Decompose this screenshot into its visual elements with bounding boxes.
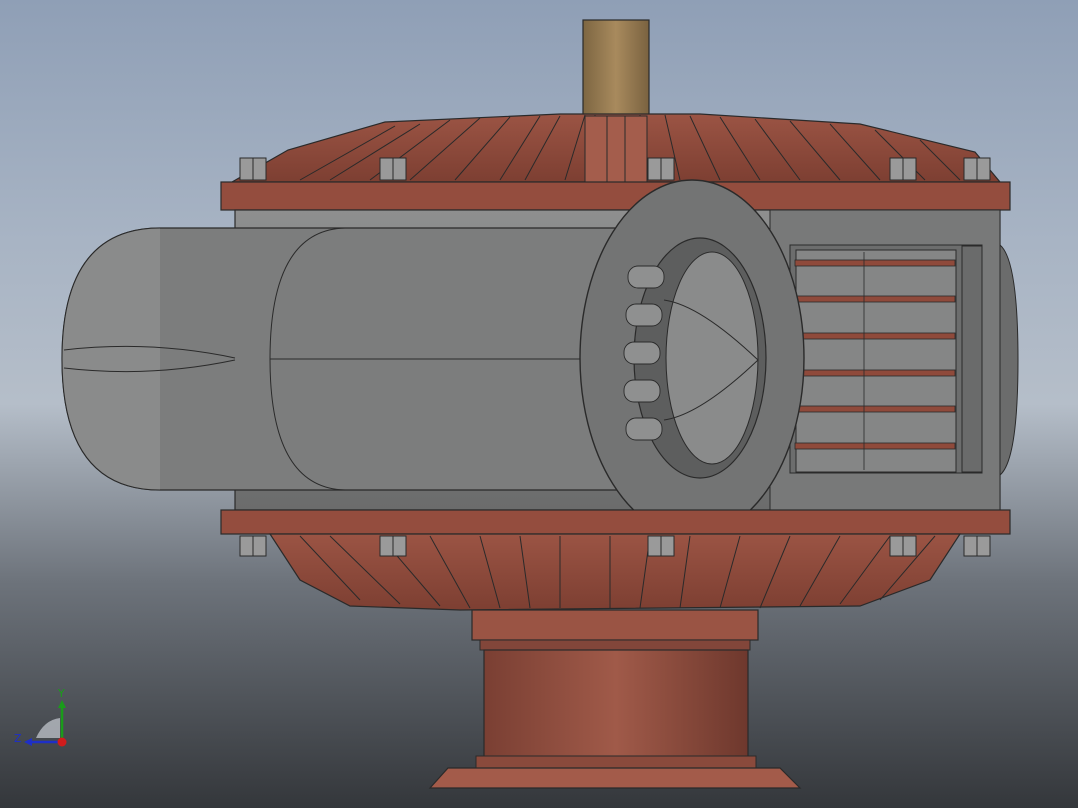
top-pipe[interactable]	[582, 19, 650, 126]
upper-flange[interactable]	[220, 181, 1011, 211]
3d-model-view[interactable]	[0, 0, 1078, 808]
upper-cover[interactable]	[229, 113, 1002, 183]
x-axis-dot	[57, 737, 67, 747]
side-window[interactable]	[769, 209, 1019, 511]
lower-cover[interactable]	[268, 533, 962, 611]
view-orientation-triad: Y Z	[14, 687, 74, 752]
y-axis-label: Y	[58, 687, 65, 700]
triad-axes	[24, 700, 67, 747]
base-barrel[interactable]	[428, 609, 802, 789]
cad-graphics-area[interactable]: Y Z	[0, 0, 1078, 808]
duct-end-ring[interactable]	[579, 179, 805, 537]
inlet-duct[interactable]	[61, 227, 631, 491]
z-axis-label: Z	[14, 732, 22, 745]
lower-flange[interactable]	[220, 509, 1011, 535]
